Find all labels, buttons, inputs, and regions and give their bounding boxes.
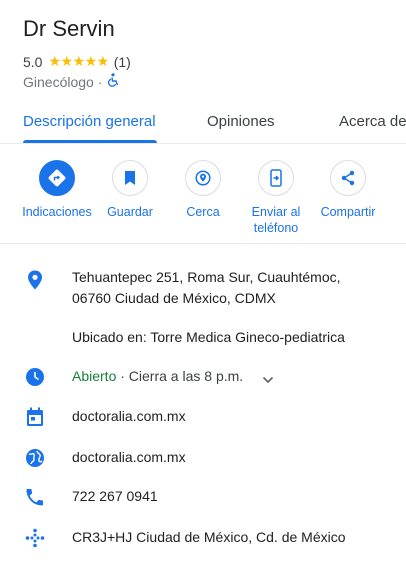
address-line-1: Tehuantepec 251, Roma Sur, Cuauhtémoc, xyxy=(72,269,341,285)
review-count[interactable]: (1) xyxy=(114,54,131,70)
tab-bar: Descripción general Opiniones Acerca de xyxy=(0,106,406,144)
location-pin-icon xyxy=(24,269,46,291)
address-line-2: 06760 Ciudad de México, CDMX xyxy=(72,290,276,306)
rating-row[interactable]: 5.0 ★★★★★ (1) xyxy=(23,53,131,70)
share-label: Compartir xyxy=(320,205,376,219)
tab-about[interactable]: Acerca de xyxy=(339,113,406,130)
directions-button[interactable]: Indicaciones xyxy=(22,160,92,220)
website-link[interactable]: doctoralia.com.mx xyxy=(72,447,186,468)
section-divider xyxy=(0,243,406,244)
bookmark-icon xyxy=(112,160,148,196)
share-button[interactable]: Compartir xyxy=(313,160,383,220)
nearby-button[interactable]: Cerca xyxy=(168,160,238,220)
tab-reviews[interactable]: Opiniones xyxy=(207,113,275,130)
plus-code-icon xyxy=(24,527,46,549)
send-to-phone-icon xyxy=(258,160,294,196)
share-icon xyxy=(330,160,366,196)
clock-icon xyxy=(24,366,46,388)
nearby-icon xyxy=(185,160,221,196)
plus-code-text: CR3J+HJ Ciudad de México, Cd. de México xyxy=(72,529,346,545)
send-to-phone-label: Enviar al teléfono xyxy=(251,205,301,235)
located-in-text: Ubicado en: Torre Medica Gineco-pediatri… xyxy=(72,329,345,345)
category-label[interactable]: Ginecólogo xyxy=(23,74,94,90)
star-rating-icon: ★★★★★ xyxy=(48,53,109,69)
booking-link[interactable]: doctoralia.com.mx xyxy=(72,406,186,427)
calendar-icon xyxy=(24,406,46,428)
globe-icon xyxy=(24,447,46,469)
action-bar: Indicaciones Guardar Cerca Enviar al tel… xyxy=(0,160,406,242)
active-tab-indicator xyxy=(23,140,157,143)
phone-icon xyxy=(24,486,46,508)
send-to-phone-button[interactable]: Enviar al teléfono xyxy=(241,160,311,236)
save-label: Guardar xyxy=(107,205,153,219)
directions-icon xyxy=(39,160,75,196)
separator-dot: · xyxy=(97,73,103,90)
nearby-label: Cerca xyxy=(186,205,220,219)
hours-detail: · Cierra a las 8 p.m. xyxy=(116,368,244,384)
save-button[interactable]: Guardar xyxy=(95,160,165,220)
hours-status: Abierto xyxy=(72,368,117,384)
chevron-down-icon[interactable] xyxy=(262,371,274,389)
place-title: Dr Servin xyxy=(23,16,115,41)
phone-number[interactable]: 722 267 0941 xyxy=(72,486,158,507)
rating-value: 5.0 xyxy=(23,53,43,70)
category-row: Ginecólogo · xyxy=(23,73,119,90)
tab-overview[interactable]: Descripción general xyxy=(23,113,156,130)
wheelchair-icon xyxy=(107,73,119,90)
directions-label: Indicaciones xyxy=(22,205,92,219)
